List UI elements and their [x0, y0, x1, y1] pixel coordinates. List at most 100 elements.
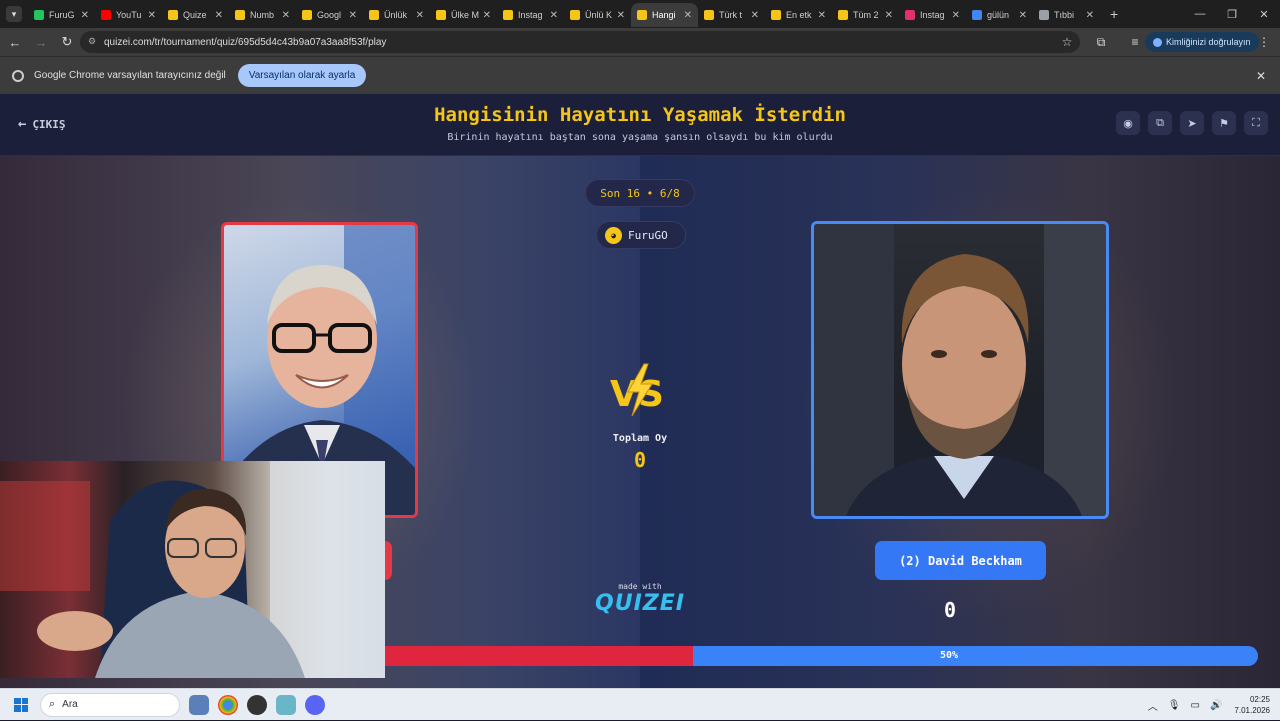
total-votes-label: Toplam Oy: [612, 433, 668, 444]
tab-close-icon[interactable]: ✕: [617, 10, 625, 21]
browser-tab[interactable]: Numb ✕: [229, 3, 296, 27]
tab-close-icon[interactable]: ✕: [1086, 10, 1094, 21]
taskbar-search[interactable]: ⌕ Ara: [40, 692, 180, 717]
made-with-label: made with: [618, 582, 662, 591]
tab-close-icon[interactable]: ✕: [1019, 10, 1027, 21]
url-field[interactable]: ⚙ quizei.com/tr/tournament/quiz/695d5d4c…: [80, 31, 1080, 53]
app-taskbar-icon[interactable]: [247, 694, 267, 715]
total-votes-value: 0: [633, 448, 647, 472]
tab-close-icon[interactable]: ✕: [818, 10, 826, 21]
versus-icon: V S: [610, 363, 664, 417]
send-icon[interactable]: ➤: [1180, 111, 1204, 135]
restore-icon[interactable]: ❐: [1216, 8, 1248, 21]
tab-label: Ülke M: [451, 10, 480, 20]
tab-close-icon[interactable]: ✕: [684, 10, 692, 21]
browser-tab[interactable]: YouTu ✕: [95, 3, 162, 27]
default-browser-infobar: Google Chrome varsayılan tarayıcınız değ…: [0, 56, 1280, 94]
menu-icon[interactable]: ⋮: [1258, 35, 1270, 49]
set-default-button[interactable]: Varsayılan olarak ayarla: [237, 64, 367, 87]
chrome-taskbar-icon[interactable]: [218, 694, 238, 715]
infobar-text: Google Chrome varsayılan tarayıcınız değ…: [34, 70, 226, 81]
quiz-title: Hangisinin Hayatını Yaşamak İsterdin: [434, 104, 846, 126]
network-icon[interactable]: ▭: [1191, 700, 1200, 711]
browser-tab[interactable]: Hangi ✕: [631, 3, 698, 27]
discord-taskbar-icon[interactable]: [305, 694, 325, 715]
tab-favicon-icon: [704, 10, 714, 20]
tab-label: Numb: [250, 10, 275, 20]
reload-icon[interactable]: ↻: [56, 34, 78, 50]
infobar-close-icon[interactable]: ✕: [1256, 69, 1266, 83]
browser-tab[interactable]: Ünlü K ✕: [564, 3, 631, 27]
profile-icon: [1153, 37, 1162, 47]
forward-icon[interactable]: →: [30, 35, 52, 50]
tab-close-icon[interactable]: ✕: [952, 10, 960, 21]
taskbar: ⌕ Ara ︿ 🎙 ▭ 🔊 02:25 7.01.2026: [0, 688, 1280, 720]
close-window-icon[interactable]: ✕: [1248, 8, 1280, 21]
widgets-icon[interactable]: [189, 694, 209, 715]
tab-close-icon[interactable]: ✕: [81, 10, 89, 21]
header-actions: ◉ ⧉ ➤ ⚑ ⛶: [1108, 111, 1268, 135]
minimize-icon[interactable]: —: [1184, 8, 1216, 20]
browser-tab[interactable]: Ünlük ✕: [363, 3, 430, 27]
quiz-subtitle: Birinin hayatını baştan sona yaşama şans…: [447, 132, 833, 143]
tab-close-icon[interactable]: ✕: [483, 10, 491, 21]
user-avatar: ◕: [605, 226, 622, 244]
clock-time: 02:25: [1249, 695, 1270, 704]
browser-tab[interactable]: Ülke M ✕: [430, 3, 497, 27]
browser-tab[interactable]: Tüm 2 ✕: [832, 3, 899, 27]
windows-start-icon[interactable]: [14, 697, 28, 712]
eye-icon[interactable]: ◉: [1116, 111, 1140, 135]
right-choice-button[interactable]: (2) David Beckham: [875, 541, 1046, 580]
browser-tab[interactable]: gülün ✕: [966, 3, 1033, 27]
browser-tab[interactable]: En etk ✕: [765, 3, 832, 27]
chevron-up-icon[interactable]: ︿: [1148, 698, 1158, 713]
tab-close-icon[interactable]: ✕: [550, 10, 558, 21]
verify-identity-button[interactable]: Kimliğinizi doğrulayın: [1145, 32, 1259, 52]
extensions-icon[interactable]: ⧉: [1084, 35, 1118, 50]
flag-icon[interactable]: ⚑: [1212, 111, 1236, 135]
tab-favicon-icon: [503, 10, 513, 20]
browser-tab[interactable]: Instag ✕: [497, 3, 564, 27]
taskbar-clock[interactable]: 02:25 7.01.2026: [1234, 694, 1270, 716]
tab-search-icon[interactable]: ▾: [6, 6, 22, 22]
tab-label: Hangi: [652, 10, 676, 20]
left-choice-button[interactable]: [384, 541, 392, 580]
tab-close-icon[interactable]: ✕: [282, 10, 290, 21]
tab-close-icon[interactable]: ✕: [885, 10, 893, 21]
tab-favicon-icon: [369, 10, 379, 20]
browser-tab[interactable]: Tıbbi ✕: [1033, 3, 1100, 27]
fullscreen-icon[interactable]: ⛶: [1244, 111, 1268, 135]
tab-favicon-icon: [771, 10, 781, 20]
browser-tab[interactable]: Türk t ✕: [698, 3, 765, 27]
browser-tab[interactable]: FuruG ✕: [28, 3, 95, 27]
tab-close-icon[interactable]: ✕: [215, 10, 223, 21]
tab-close-icon[interactable]: ✕: [349, 10, 357, 21]
browser-tab[interactable]: Googl ✕: [296, 3, 363, 27]
tab-label: gülün: [987, 10, 1010, 20]
quizei-logo[interactable]: QUIZEI: [590, 591, 690, 616]
back-icon[interactable]: ←: [4, 35, 26, 50]
verify-label: Kimliğinizi doğrulayın: [1166, 37, 1251, 47]
bookmark-star-icon[interactable]: ☆: [1050, 35, 1084, 49]
tab-close-icon[interactable]: ✕: [751, 10, 759, 21]
search-icon: ⌕: [49, 698, 56, 710]
tab-favicon-icon: [637, 10, 647, 20]
tab-label: YouTu: [116, 10, 142, 20]
right-choice-card[interactable]: [811, 221, 1109, 519]
tab-list: FuruG ✕ YouTu ✕ Quize ✕ Numb ✕ Googl ✕ Ünlük ✕ Ülke …: [28, 1, 1100, 27]
microphone-icon[interactable]: 🎙: [1168, 700, 1181, 711]
settings-taskbar-icon[interactable]: [276, 694, 296, 715]
browser-tab[interactable]: Quize ✕: [162, 3, 229, 27]
site-info-icon[interactable]: ⚙: [88, 36, 98, 48]
tab-favicon-icon: [905, 10, 915, 20]
tab-favicon-icon: [972, 10, 982, 20]
tab-favicon-icon: [1039, 10, 1049, 20]
volume-icon[interactable]: 🔊: [1210, 700, 1222, 711]
share-link-icon[interactable]: ⧉: [1148, 111, 1172, 135]
browser-tab[interactable]: Instag ✕: [899, 3, 966, 27]
tab-close-icon[interactable]: ✕: [148, 10, 156, 21]
tab-close-icon[interactable]: ✕: [416, 10, 424, 21]
new-tab-icon[interactable]: +: [1110, 6, 1118, 22]
quiz-header: ← ÇIKIŞ Hangisinin Hayatını Yaşamak İste…: [0, 94, 1280, 156]
right-portrait-image: [814, 224, 1106, 516]
